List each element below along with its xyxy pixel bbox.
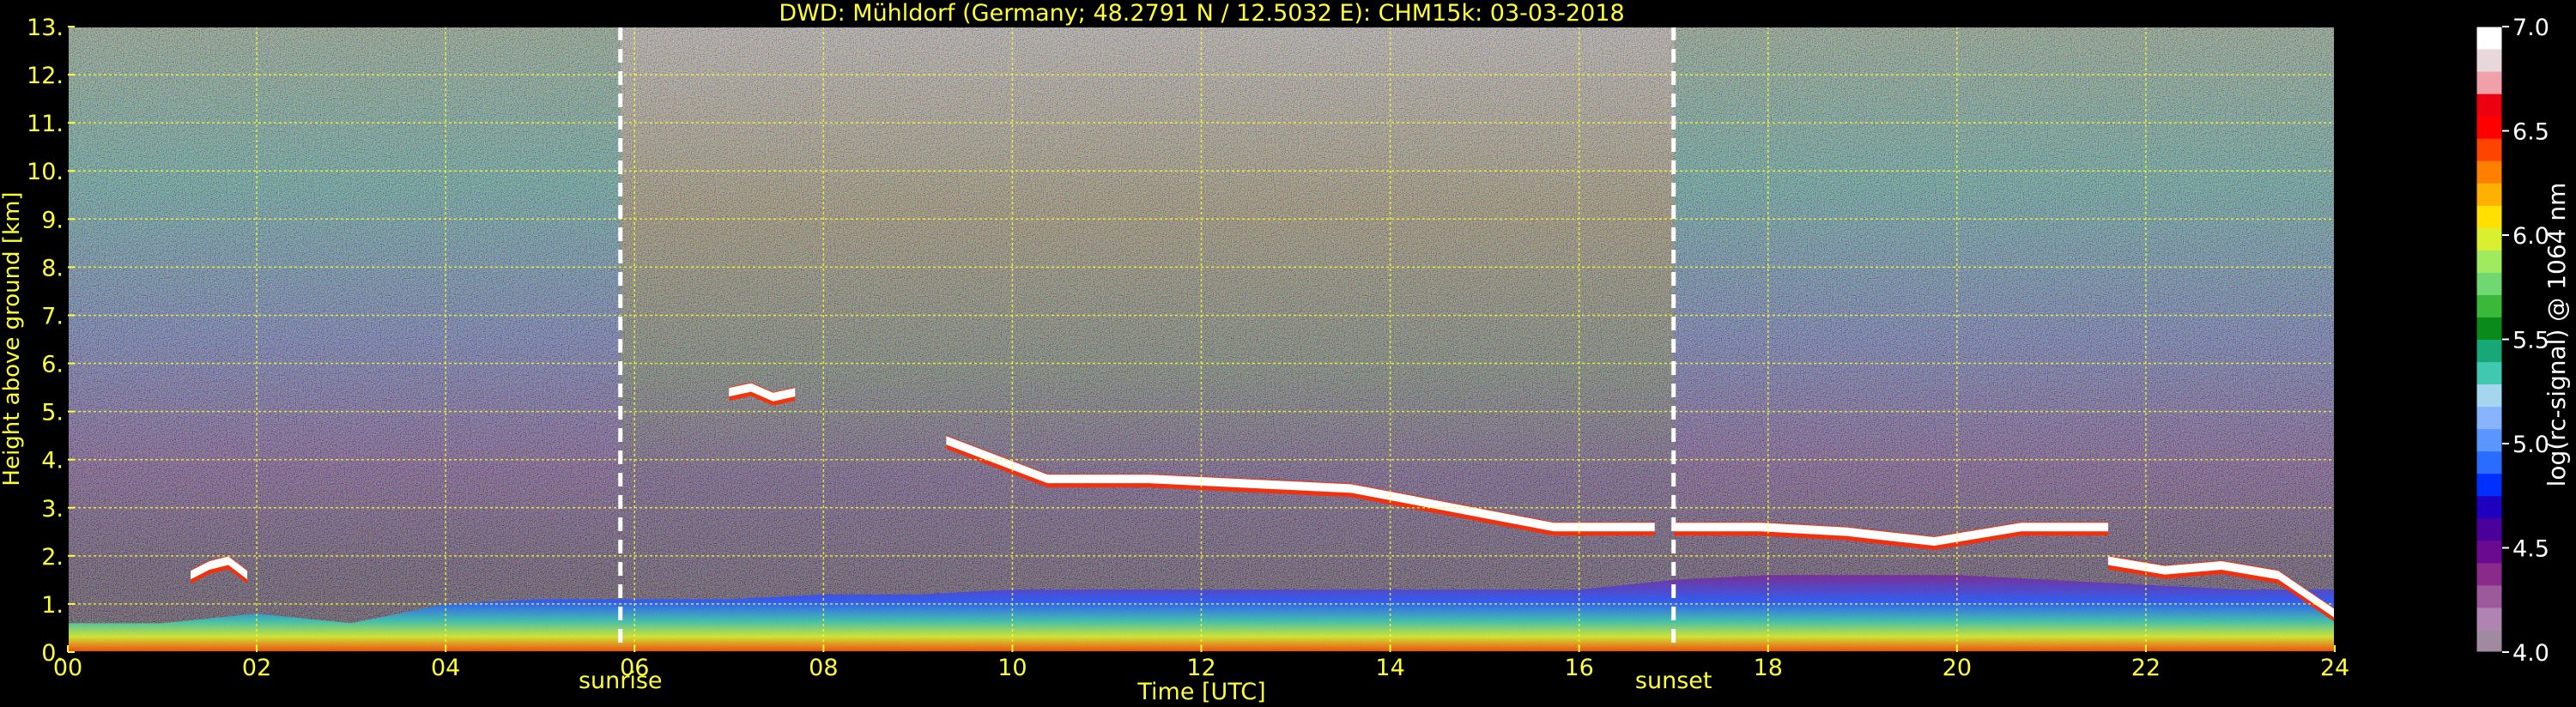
x-tick-label: 20 — [1943, 655, 1972, 681]
y-tick-label: 11. — [27, 111, 64, 137]
y-tick-label: 6. — [41, 352, 64, 378]
colorbar-swatch — [2476, 160, 2502, 184]
sunset-label: sunset — [1635, 668, 1712, 694]
x-tick-label: 10 — [997, 655, 1027, 681]
x-tick-label: 14 — [1375, 655, 1404, 681]
colorbar-swatch — [2476, 272, 2502, 295]
colorbar-swatch — [2476, 71, 2502, 94]
colorbar-swatch — [2476, 495, 2502, 519]
colorbar-swatch — [2476, 27, 2502, 50]
colorbar-swatch — [2476, 49, 2502, 72]
colorbar-swatch — [2476, 584, 2502, 608]
chart-svg: sunrise sunset 00 02 04 06 08 10 12 14 16 18 20 22 24… — [0, 0, 2571, 705]
lidar-backscatter-chart: sunrise sunset 00 02 04 06 08 10 12 14 16 18 20 22 24… — [0, 0, 2576, 707]
colorbar-swatch — [2476, 361, 2502, 385]
y-tick-label: 10. — [27, 159, 64, 185]
x-tick-label: 18 — [1754, 655, 1783, 681]
colorbar-swatch — [2476, 406, 2502, 430]
x-axis-label: Time [UTC] — [1136, 679, 1265, 705]
colorbar-swatch — [2476, 562, 2502, 586]
colorbar-swatch — [2476, 339, 2502, 363]
y-tick-label: 12. — [27, 63, 64, 89]
y-tick-label: 1. — [41, 592, 64, 619]
colorbar: 4.04.55.05.56.06.57.0 — [2476, 15, 2549, 667]
colorbar-swatch — [2476, 317, 2502, 340]
y-tick-label: 0. — [41, 640, 64, 667]
colorbar-swatch — [2476, 250, 2502, 273]
colorbar-swatch — [2476, 607, 2502, 631]
colorbar-swatch — [2476, 205, 2502, 228]
colorbar-tick-label: 4.0 — [2512, 640, 2549, 667]
colorbar-swatch — [2476, 384, 2502, 408]
colorbar-swatch — [2476, 629, 2502, 653]
y-tick-label: 4. — [41, 448, 64, 474]
colorbar-swatch — [2476, 116, 2502, 139]
colorbar-tick-label: 7.0 — [2512, 15, 2549, 41]
y-tick-label: 7. — [41, 303, 64, 329]
colorbar-swatch — [2476, 517, 2502, 541]
y-tick-label: 2. — [41, 544, 64, 571]
colorbar-swatch — [2476, 540, 2502, 564]
colorbar-swatch — [2476, 183, 2502, 206]
colorbar-swatch — [2476, 138, 2502, 161]
x-tick-label: 04 — [431, 655, 460, 681]
colorbar-swatch — [2476, 227, 2502, 251]
y-axis-label: Height above ground [km] — [0, 191, 25, 486]
x-tick-label: 08 — [809, 655, 838, 681]
x-tick-label: 16 — [1564, 655, 1593, 681]
y-tick-label: 9. — [41, 207, 64, 233]
x-tick-label: 22 — [2131, 655, 2161, 681]
y-tick-label: 5. — [41, 400, 64, 426]
chart-title: DWD: Mühldorf (Germany; 48.2791 N / 12.5… — [779, 0, 1624, 27]
colorbar-tick-label: 6.5 — [2512, 119, 2549, 146]
colorbar-swatch — [2476, 294, 2502, 317]
x-tick-label: 02 — [242, 655, 271, 681]
colorbar-swatch — [2476, 473, 2502, 497]
y-tick-label: 8. — [41, 255, 64, 281]
y-tick-label: 13. — [27, 15, 64, 41]
x-tick-label: 24 — [2320, 655, 2349, 681]
colorbar-swatch — [2476, 450, 2502, 474]
colorbar-swatch — [2476, 94, 2502, 117]
colorbar-swatch — [2476, 428, 2502, 452]
colorbar-label: log(rc-signal) @ 1064 nm — [2543, 183, 2571, 487]
y-tick-label: 3. — [41, 496, 64, 523]
x-tick-label: 06 — [620, 655, 649, 681]
x-tick-label: 12 — [1186, 655, 1215, 681]
colorbar-tick-label: 4.5 — [2512, 536, 2549, 563]
